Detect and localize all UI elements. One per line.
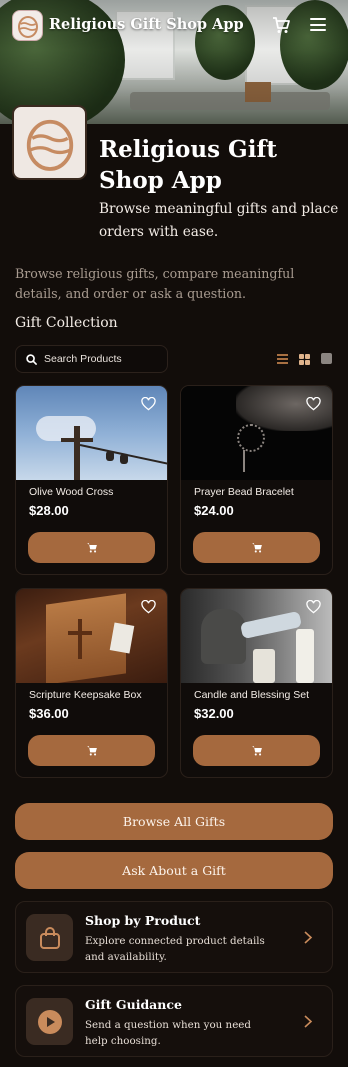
add-to-cart-button[interactable]: [193, 735, 320, 766]
feature-description: Explore connected product details and av…: [85, 935, 265, 963]
product-price: $24.00: [194, 503, 234, 518]
easter-egg-icon: [17, 15, 38, 38]
heart-icon[interactable]: [141, 600, 156, 614]
ask-about-gift-button[interactable]: Ask About a Gift: [15, 852, 333, 889]
product-name: Olive Wood Cross: [29, 486, 114, 498]
product-price: $28.00: [29, 503, 69, 518]
chevron-right-icon: [304, 931, 313, 944]
add-to-cart-button[interactable]: [193, 532, 320, 563]
cart-icon: [251, 746, 262, 756]
cart-icon: [86, 746, 97, 756]
cart-icon: [86, 543, 97, 553]
chevron-right-icon: [304, 1015, 313, 1028]
app-logo-large: [12, 105, 87, 180]
list-view-icon[interactable]: [277, 354, 288, 364]
collection-title: Gift Collection: [15, 315, 118, 331]
grid-view-icon[interactable]: [299, 354, 310, 365]
feature-icon-box: [26, 914, 73, 961]
product-price: $36.00: [29, 706, 69, 721]
product-card[interactable]: Olive Wood Cross $28.00: [15, 385, 168, 575]
heart-icon[interactable]: [141, 397, 156, 411]
product-name: Scripture Keepsake Box: [29, 689, 142, 701]
play-circle-icon: [37, 1009, 62, 1034]
intro-description: Browse religious gifts, compare meaningf…: [15, 266, 295, 301]
product-card[interactable]: Candle and Blessing Set $32.00: [180, 588, 333, 778]
intro-title: Religious Gift Shop App: [99, 136, 277, 194]
app-logo[interactable]: [12, 10, 43, 41]
feature-icon-box: [26, 998, 73, 1045]
heart-icon[interactable]: [306, 600, 321, 614]
feature-title: Gift Guidance: [85, 997, 182, 1012]
feature-gift-guidance[interactable]: Gift Guidance Send a question when you n…: [15, 985, 333, 1057]
heart-icon[interactable]: [306, 397, 321, 411]
product-card[interactable]: Prayer Bead Bracelet $24.00: [180, 385, 333, 575]
product-name: Prayer Bead Bracelet: [194, 486, 294, 498]
feature-description: Send a question when you need help choos…: [85, 1019, 251, 1047]
hamburger-menu-icon[interactable]: [310, 18, 326, 31]
search-input[interactable]: Search Products: [15, 345, 168, 373]
product-price: $32.00: [194, 706, 234, 721]
product-card[interactable]: Scripture Keepsake Box $36.00: [15, 588, 168, 778]
cart-icon: [251, 543, 262, 553]
search-icon: [26, 353, 37, 365]
app-title: Religious Gift Shop App: [49, 16, 244, 33]
feature-shop-by-product[interactable]: Shop by Product Explore connected produc…: [15, 901, 333, 973]
top-bar: Religious Gift Shop App: [0, 0, 348, 52]
add-to-cart-button[interactable]: [28, 735, 155, 766]
shopping-bag-icon: [39, 926, 60, 949]
product-name: Candle and Blessing Set: [194, 689, 309, 701]
large-view-icon[interactable]: [321, 353, 332, 364]
add-to-cart-button[interactable]: [28, 532, 155, 563]
cart-icon[interactable]: [272, 16, 290, 34]
search-placeholder: Search Products: [44, 353, 122, 365]
browse-all-gifts-button[interactable]: Browse All Gifts: [15, 803, 333, 840]
intro-subtitle: Browse meaningful gifts and place orders…: [99, 201, 339, 240]
easter-egg-icon: [26, 119, 73, 171]
feature-title: Shop by Product: [85, 913, 201, 928]
